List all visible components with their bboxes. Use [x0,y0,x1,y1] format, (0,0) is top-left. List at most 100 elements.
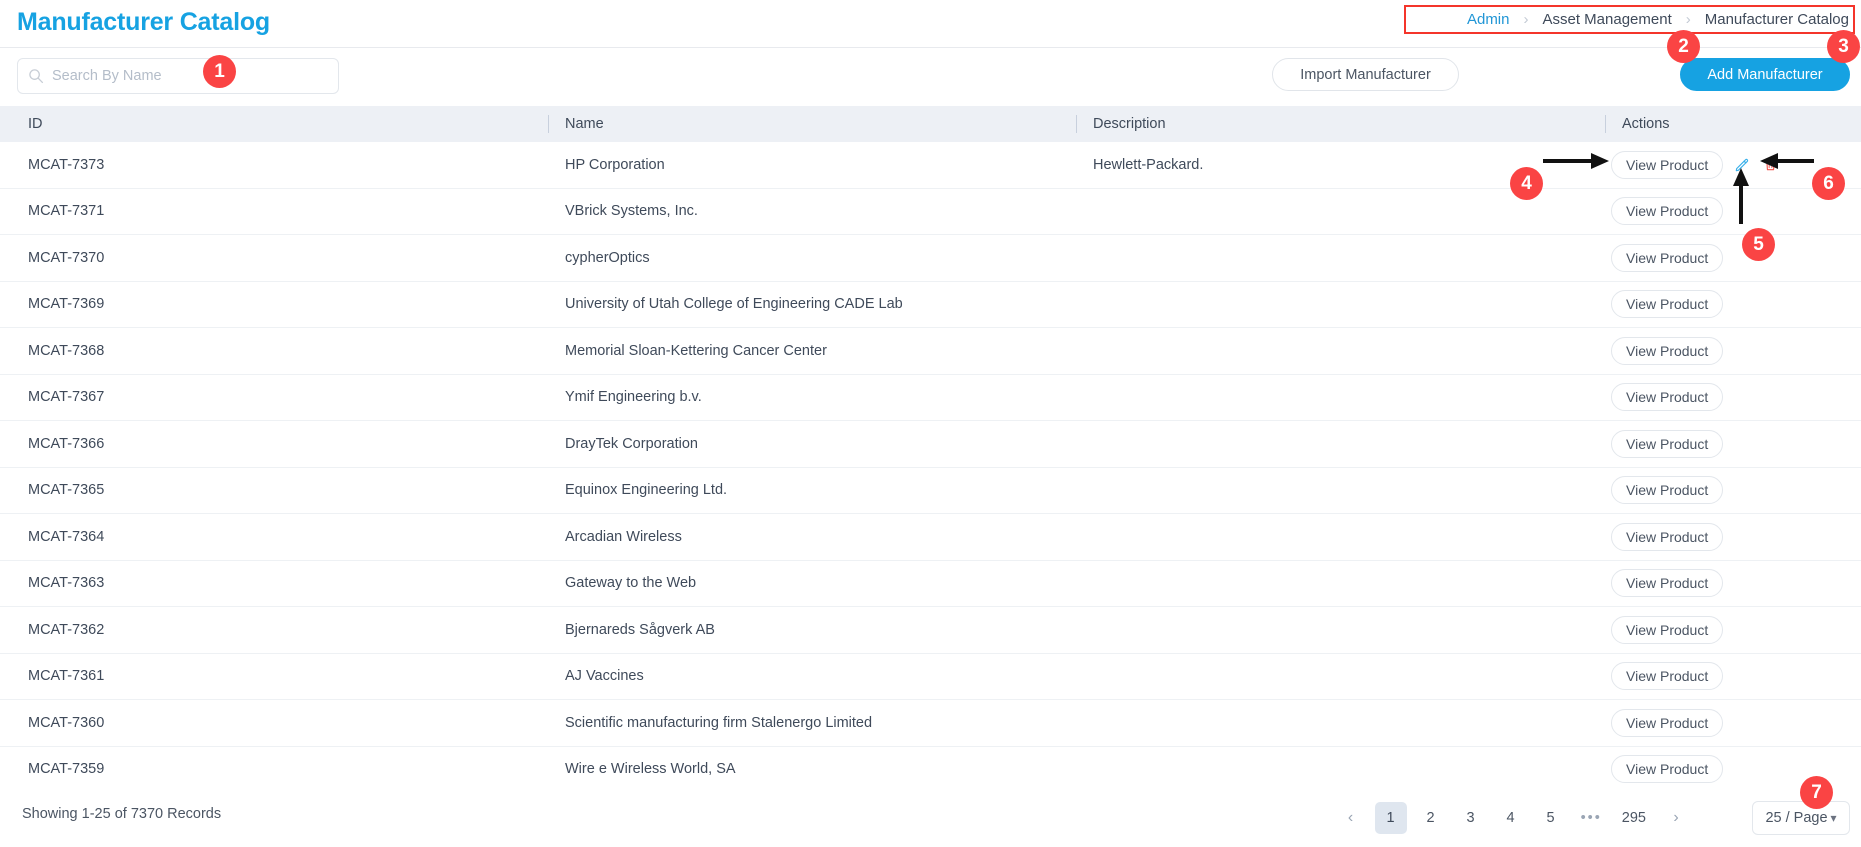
actions-group: View Product [1605,616,1723,644]
table-row[interactable]: MCAT-7363Gateway to the Web View Product [0,561,1861,608]
per-page-label: 25 / Page [1765,810,1827,826]
manufacturer-catalog-page: Manufacturer Catalog Admin › Asset Manag… [0,0,1861,847]
view-product-button[interactable]: View Product [1611,476,1723,504]
cell-name: Memorial Sloan-Kettering Cancer Center [548,328,1076,374]
annotation-arrow-6 [1760,150,1816,172]
view-product-button[interactable]: View Product [1611,383,1723,411]
cell-actions: View Product [1605,282,1861,328]
pagination-page-3[interactable]: 3 [1455,802,1487,834]
search-box[interactable] [17,58,339,94]
cell-actions: View Product [1605,235,1861,281]
annotation-arrow-5 [1730,168,1752,226]
table-row[interactable]: MCAT-7366DrayTek CorporationView Product [0,421,1861,468]
annotation-badge-4: 4 [1510,167,1543,200]
annotation-badge-5: 5 [1742,228,1775,261]
pagination-prev-button[interactable]: ‹ [1335,802,1367,834]
table-row[interactable]: MCAT-7369University of Utah College of E… [0,282,1861,329]
add-manufacturer-button[interactable]: Add Manufacturer [1680,58,1850,91]
column-header-description[interactable]: Description [1076,106,1605,142]
cell-description [1076,561,1605,607]
search-input[interactable] [52,68,328,84]
actions-group: View Product [1605,523,1723,551]
cell-id: MCAT-7362 [0,607,548,653]
column-header-actions[interactable]: Actions [1605,106,1861,142]
pagination-page-4[interactable]: 4 [1495,802,1527,834]
cell-name: cypherOptics [548,235,1076,281]
table-row[interactable]: MCAT-7362Bjernareds Sågverk AB View Produ… [0,607,1861,654]
table-row[interactable]: MCAT-7367Ymif Engineering b.v. View Produ… [0,375,1861,422]
cell-name: VBrick Systems, Inc. [548,189,1076,235]
cell-actions: View Product [1605,421,1861,467]
cell-description [1076,654,1605,700]
actions-group: View Product [1605,151,1779,179]
cell-id: MCAT-7367 [0,375,548,421]
cell-id: MCAT-7370 [0,235,548,281]
view-product-button[interactable]: View Product [1611,569,1723,597]
per-page-select[interactable]: 25 / Page ▾ [1752,801,1850,835]
page-title: Manufacturer Catalog [17,8,270,37]
table-footer: Showing 1-25 of 7370 Records ‹12345•••29… [0,792,1861,847]
cell-name: Equinox Engineering Ltd. [548,468,1076,514]
view-product-button[interactable]: View Product [1611,337,1723,365]
import-manufacturer-button[interactable]: Import Manufacturer [1272,58,1459,91]
view-product-button[interactable]: View Product [1611,709,1723,737]
cell-actions: View Product [1605,700,1861,746]
cell-description [1076,468,1605,514]
pagination: ‹12345•••295› [1331,802,1696,834]
table-row[interactable]: MCAT-7368Memorial Sloan-Kettering Cancer… [0,328,1861,375]
view-product-button[interactable]: View Product [1611,151,1723,179]
table-body: MCAT-7373HP CorporationHewlett-Packard.V… [0,142,1861,793]
cell-id: MCAT-7363 [0,561,548,607]
cell-description [1076,514,1605,560]
cell-name: Wire e Wireless World, SA [548,747,1076,793]
view-product-button[interactable]: View Product [1611,290,1723,318]
cell-name: Gateway to the Web [548,561,1076,607]
cell-name: Ymif Engineering b.v. [548,375,1076,421]
cell-actions: View Product [1605,328,1861,374]
cell-description [1076,700,1605,746]
view-product-button[interactable]: View Product [1611,662,1723,690]
breadcrumb-item-admin[interactable]: Admin [1465,11,1512,28]
column-header-id[interactable]: ID [0,106,548,142]
annotation-badge-3: 3 [1827,30,1860,63]
table-row[interactable]: MCAT-7370cypherOptics View Product [0,235,1861,282]
actions-group: View Product [1605,709,1723,737]
view-product-button[interactable]: View Product [1611,244,1723,272]
view-product-button[interactable]: View Product [1611,197,1723,225]
breadcrumb-item-asset-management[interactable]: Asset Management [1541,11,1674,28]
cell-id: MCAT-7368 [0,328,548,374]
pagination-ellipsis[interactable]: ••• [1575,802,1608,834]
pagination-page-1[interactable]: 1 [1375,802,1407,834]
cell-name: Bjernareds Sågverk AB [548,607,1076,653]
manufacturer-table: ID Name Description Actions MCAT-7373HP … [0,106,1861,793]
view-product-button[interactable]: View Product [1611,755,1723,783]
pagination-page-2[interactable]: 2 [1415,802,1447,834]
pagination-page-5[interactable]: 5 [1535,802,1567,834]
table-row[interactable]: MCAT-7359Wire e Wireless World, SAView P… [0,747,1861,794]
view-product-button[interactable]: View Product [1611,523,1723,551]
cell-name: Arcadian Wireless [548,514,1076,560]
table-row[interactable]: MCAT-7371VBrick Systems, Inc.View Produc… [0,189,1861,236]
cell-name: DrayTek Corporation [548,421,1076,467]
cell-description [1076,235,1605,281]
view-product-button[interactable]: View Product [1611,616,1723,644]
pagination-last-page[interactable]: 295 [1616,802,1652,834]
column-header-name[interactable]: Name [548,106,1076,142]
cell-name: Scientific manufacturing firm Stalenergo… [548,700,1076,746]
view-product-button[interactable]: View Product [1611,430,1723,458]
table-row[interactable]: MCAT-7364Arcadian WirelessView Product [0,514,1861,561]
pagination-next-button[interactable]: › [1660,802,1692,834]
table-row[interactable]: MCAT-7365Equinox Engineering Ltd.View Pr… [0,468,1861,515]
table-row[interactable]: MCAT-7361AJ VaccinesView Product [0,654,1861,701]
actions-group: View Product [1605,476,1723,504]
cell-description [1076,421,1605,467]
cell-actions: View Product [1605,654,1861,700]
top-bar: Manufacturer Catalog Admin › Asset Manag… [0,0,1861,48]
cell-id: MCAT-7360 [0,700,548,746]
actions-group: View Product [1605,430,1723,458]
table-row[interactable]: MCAT-7360Scientific manufacturing firm S… [0,700,1861,747]
cell-description [1076,607,1605,653]
cell-actions: View Product [1605,375,1861,421]
breadcrumb: Admin › Asset Management › Manufacturer … [1465,11,1851,28]
cell-description [1076,747,1605,793]
